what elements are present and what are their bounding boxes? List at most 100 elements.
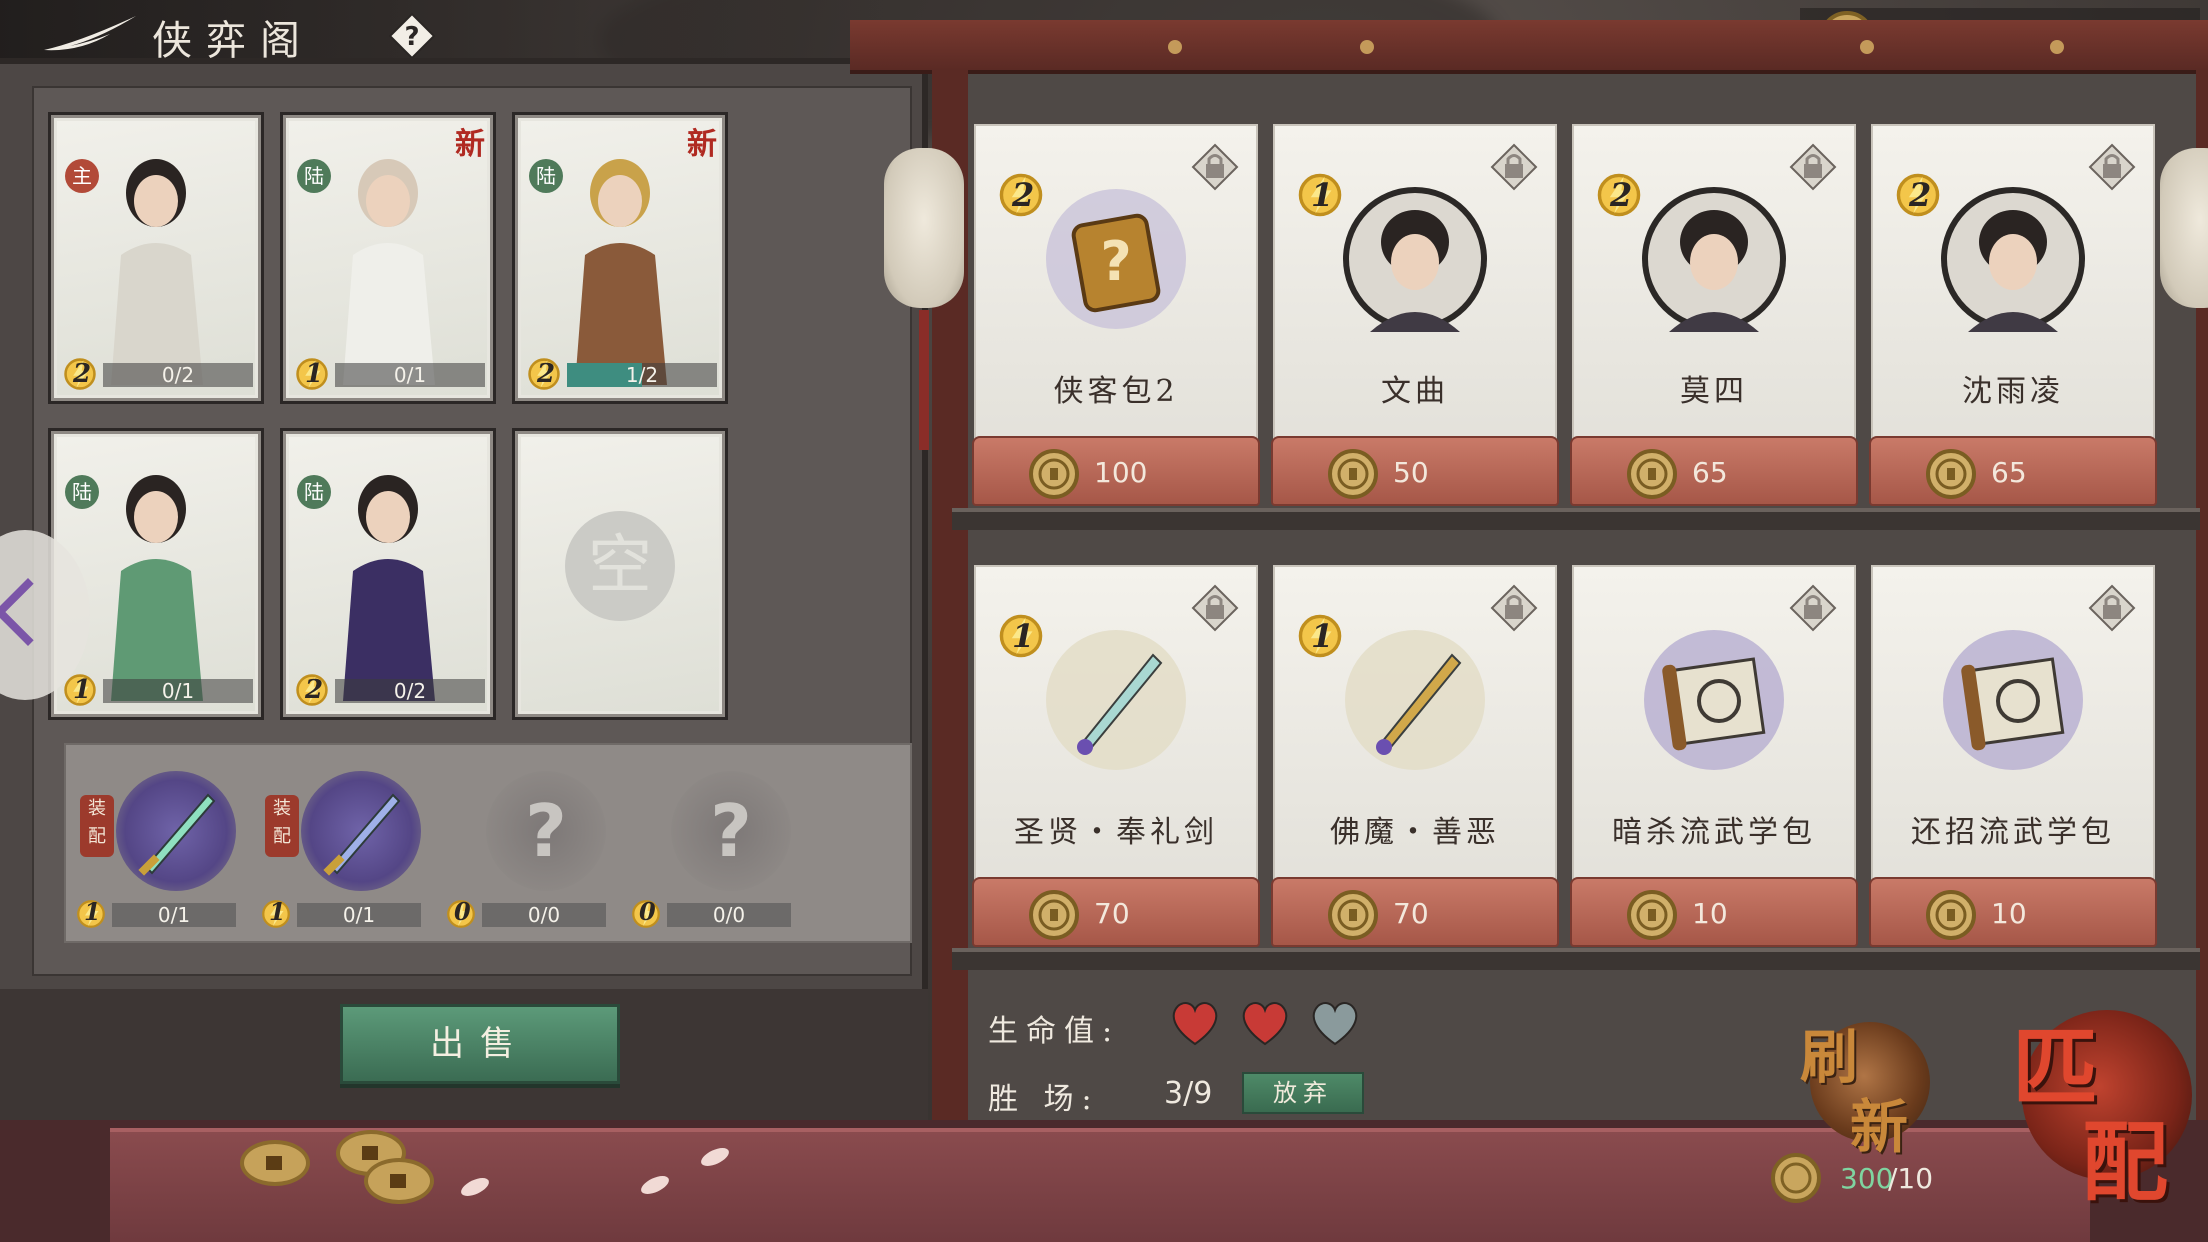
equipment-tray: 装配 1 0/1 装配 1 0/1? 0 0/0? 0 0/0 (64, 743, 912, 943)
shop-item-price: 50 (1393, 456, 1429, 489)
svg-text:?: ? (1100, 230, 1131, 293)
lock-icon[interactable] (1788, 583, 1838, 633)
equipment-slot[interactable]: 装配 1 0/1 (261, 761, 431, 941)
price-plate[interactable]: 10 (1570, 877, 1858, 947)
shop-item-name: 还招流武学包 (1911, 815, 2115, 850)
portrait-shenyuling-icon (1941, 187, 2085, 332)
shop-card[interactable]: 2 莫四 65 (1570, 124, 1858, 514)
roster-card[interactable]: 主 2 0/2 (48, 112, 264, 404)
star-progress-bar: 0/2 (335, 679, 485, 703)
refresh-cost-value: /10 (1888, 1162, 1934, 1195)
star-progress-bar: 1/2 (567, 363, 717, 387)
price-plate[interactable]: 70 (972, 877, 1260, 947)
equipment-cost: 1 (269, 897, 286, 926)
lock-icon[interactable] (1489, 142, 1539, 192)
purple-sword-icon (323, 793, 401, 876)
star-progress-bar: 0/1 (335, 363, 485, 387)
shop-card[interactable]: 还招流武学包 10 (1869, 565, 2157, 955)
match-glyph: 配 (2082, 1112, 2168, 1213)
shop-item-name: 文曲 (1381, 374, 1449, 409)
portrait-mosi-icon (1642, 187, 1786, 332)
brush-logo-icon (44, 16, 136, 51)
roster-card[interactable]: 陆 新 1 0/1 (280, 112, 496, 404)
shop-item-name: 侠客包2 (1053, 374, 1179, 409)
mystery-pack-icon: ? (1046, 189, 1186, 329)
price-plate[interactable]: 65 (1570, 436, 1858, 506)
rank-tag: 陆 (297, 159, 331, 193)
coin-icon (1926, 449, 1976, 499)
heart-full-icon (1242, 1002, 1288, 1046)
lock-icon[interactable] (1190, 142, 1240, 192)
star-progress-text: 0/2 (393, 679, 427, 703)
roster-card[interactable]: 陆 新 2 1/2 (512, 112, 728, 404)
star-progress-text: 0/1 (161, 679, 195, 703)
lantern-tassel (919, 310, 929, 450)
refresh-cost: 300 /10 (1770, 1150, 2050, 1206)
lock-icon[interactable] (1190, 583, 1240, 633)
shop-item-price: 65 (1991, 456, 2027, 489)
coin-icon (1029, 449, 1079, 499)
shop-item-name: 佛魔・善恶 (1330, 815, 1500, 850)
shop-card[interactable]: 1 文曲 50 (1271, 124, 1559, 514)
price-plate[interactable]: 70 (1271, 877, 1559, 947)
shop-item-name: 暗杀流武学包 (1612, 815, 1816, 850)
roster-slot-empty[interactable]: 空 (512, 428, 728, 720)
shop-card[interactable]: 2 沈雨凌 65 (1869, 124, 2157, 514)
new-badge: 新 (455, 127, 485, 162)
shop-card[interactable]: 1 佛魔・善恶 70 (1271, 565, 1559, 955)
equipment-cost: 0 (639, 897, 656, 926)
equipment-progress-text: 0/1 (157, 903, 191, 927)
copper-coin-prop (240, 1140, 310, 1186)
hero-swordsman-icon (111, 159, 203, 385)
lock-icon[interactable] (2087, 583, 2137, 633)
lantern-left (884, 148, 964, 308)
wins-value: 3/9 (1164, 1076, 1213, 1111)
hero-cost: 2 (73, 359, 92, 389)
shop-item-cost: 1 (1012, 617, 1035, 655)
shop-card[interactable]: 1 圣贤・奉礼剑 70 (972, 565, 1260, 955)
price-plate[interactable]: 65 (1869, 436, 2157, 506)
shop-item-cost: 1 (1311, 617, 1334, 655)
portrait-wenqu-icon (1343, 187, 1487, 332)
lock-icon[interactable] (1788, 142, 1838, 192)
give-up-button[interactable]: 放弃 (1242, 1072, 1364, 1114)
lock-icon[interactable] (1489, 583, 1539, 633)
equipment-cost: 1 (84, 897, 101, 926)
price-plate[interactable]: 100 (972, 436, 1260, 506)
star-progress-text: 0/2 (161, 363, 195, 387)
hero-cost: 1 (305, 359, 324, 389)
help-button[interactable]: ? (388, 12, 436, 60)
hero-cost: 1 (73, 675, 92, 705)
lock-icon[interactable] (2087, 142, 2137, 192)
rank-tag: 陆 (529, 159, 563, 193)
star-progress-text: 1/2 (625, 363, 659, 387)
equipment-slot[interactable]: 装配 1 0/1 (76, 761, 246, 941)
price-plate[interactable]: 10 (1869, 877, 2157, 947)
equipment-slot[interactable]: ? 0 0/0 (446, 761, 616, 941)
coin-icon (1328, 890, 1378, 940)
shop-item-name: 莫四 (1680, 374, 1748, 409)
shop-item-cost: 2 (1012, 176, 1035, 214)
sell-button[interactable]: 出售 (340, 1004, 620, 1084)
roster-card[interactable]: 陆 2 0/2 (280, 428, 496, 720)
refresh-button[interactable]: 刷 新 (1800, 1010, 1930, 1161)
heart-full-icon (1172, 1002, 1218, 1046)
shop-item-cost: 2 (1909, 176, 1932, 214)
price-plate[interactable]: 50 (1271, 436, 1559, 506)
hero-green-girl-icon (111, 475, 203, 701)
heart-empty-icon (1312, 1002, 1358, 1046)
shop-card[interactable]: 暗杀流武学包 10 (1570, 565, 1858, 955)
shop-card[interactable]: 2? 侠客包2 100 (972, 124, 1260, 514)
star-progress-bar: 0/1 (103, 679, 253, 703)
shop-item-name: 沈雨凌 (1962, 374, 2064, 409)
shop-item-price: 70 (1393, 897, 1429, 930)
shop-item-price: 70 (1094, 897, 1130, 930)
coin-icon (1029, 890, 1079, 940)
coin-icon (1328, 449, 1378, 499)
shop-item-name: 圣贤・奉礼剑 (1014, 815, 1218, 850)
equipment-slot[interactable]: ? 0 0/0 (631, 761, 801, 941)
hero-curly-warrior-icon (575, 159, 667, 385)
coin-icon (1627, 449, 1677, 499)
shop-item-price: 100 (1094, 456, 1148, 489)
rank-tag: 陆 (65, 475, 99, 509)
